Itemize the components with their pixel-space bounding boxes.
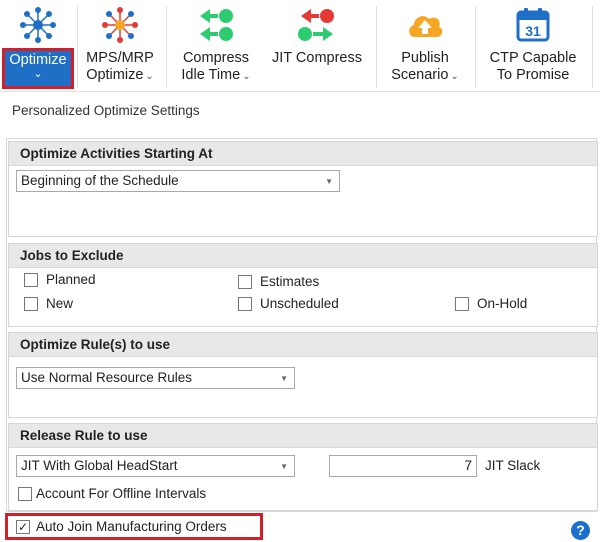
page-title: Personalized Optimize Settings xyxy=(12,103,200,118)
optimize-start-dropdown[interactable]: Beginning of the Schedule ▼ xyxy=(16,170,340,192)
compress-idle-time-button[interactable]: Compress Idle Time ⌄ xyxy=(170,0,262,92)
checkbox-new[interactable]: New xyxy=(24,296,73,311)
checkbox-box[interactable] xyxy=(24,272,38,287)
jit-slack-input[interactable]: 7 xyxy=(329,455,477,477)
optimize-network-icon xyxy=(18,5,58,45)
checkbox-box-checked[interactable]: ✓ xyxy=(16,519,30,534)
cloud-upload-icon xyxy=(405,5,445,45)
ribbon-separator xyxy=(592,6,593,88)
mps-mrp-label: MPS/MRP Optimize ⌄ xyxy=(86,50,154,83)
release-rule-dropdown[interactable]: JIT With Global HeadStart ▼ xyxy=(16,455,295,477)
checkbox-box[interactable] xyxy=(238,274,252,289)
checkbox-on-hold[interactable]: On-Hold xyxy=(455,296,527,311)
checkbox-box[interactable] xyxy=(455,296,469,311)
dropdown-arrow-icon: ▼ xyxy=(280,462,288,471)
optimize-button[interactable]: Optimize ⌄ xyxy=(0,0,76,92)
publish-scenario-label: Publish Scenario ⌄ xyxy=(391,50,459,83)
dropdown-arrow-icon: ▼ xyxy=(280,374,288,383)
group-header: Jobs to Exclude xyxy=(9,244,597,268)
dropdown-value: Beginning of the Schedule xyxy=(21,173,179,188)
optimize-rules-dropdown[interactable]: Use Normal Resource Rules ▼ xyxy=(16,367,295,389)
chevron-down-icon: ⌄ xyxy=(33,68,43,80)
auto-join-label: Auto Join Manufacturing Orders xyxy=(36,519,227,534)
ribbon-separator xyxy=(376,6,377,88)
optimize-button-label-highlight[interactable]: Optimize ⌄ xyxy=(2,48,74,89)
ribbon-separator xyxy=(475,6,476,88)
checkbox-offline-intervals[interactable]: Account For Offline Intervals xyxy=(18,486,206,501)
checkbox-box[interactable] xyxy=(238,296,252,311)
calendar-icon: 31 xyxy=(513,5,553,45)
ribbon-toolbar: Optimize ⌄ MPS/MRP Optimize ⌄ Compress I… xyxy=(0,0,600,92)
optimize-label: Optimize xyxy=(9,52,67,68)
dropdown-value: JIT With Global HeadStart xyxy=(21,458,178,473)
group-header: Optimize Rule(s) to use xyxy=(9,333,597,357)
jit-compress-label: JIT Compress xyxy=(272,50,362,66)
chevron-down-icon: ⌄ xyxy=(450,71,459,82)
mps-mrp-optimize-button[interactable]: MPS/MRP Optimize ⌄ xyxy=(78,0,162,92)
group-header: Release Rule to use xyxy=(9,424,597,448)
dropdown-arrow-icon: ▼ xyxy=(325,177,333,186)
dropdown-value: Use Normal Resource Rules xyxy=(21,370,193,385)
publish-scenario-button[interactable]: Publish Scenario ⌄ xyxy=(379,0,471,92)
ribbon-separator xyxy=(166,6,167,88)
compress-arrows-icon xyxy=(196,5,236,45)
checkbox-estimates[interactable]: Estimates xyxy=(238,274,319,289)
chevron-down-icon: ⌄ xyxy=(242,71,251,82)
checkbox-unscheduled[interactable]: Unscheduled xyxy=(238,296,339,311)
calendar-day: 31 xyxy=(525,23,541,39)
checkbox-box[interactable] xyxy=(24,296,38,311)
chevron-down-icon: ⌄ xyxy=(145,71,154,82)
jit-slack-label: JIT Slack xyxy=(485,458,541,473)
checkbox-box[interactable] xyxy=(18,486,32,501)
compress-idle-time-label: Compress Idle Time ⌄ xyxy=(181,50,251,83)
help-icon[interactable]: ? xyxy=(571,521,590,540)
group-header: Optimize Activities Starting At xyxy=(9,142,597,166)
mps-mrp-network-icon xyxy=(100,5,140,45)
checkbox-auto-join-manufacturing-orders[interactable]: ✓ Auto Join Manufacturing Orders xyxy=(5,513,263,540)
checkbox-planned[interactable]: Planned xyxy=(24,272,96,287)
ctp-capable-to-promise-button[interactable]: 31 CTP Capable To Promise xyxy=(478,0,588,92)
jit-compress-arrows-icon xyxy=(297,5,337,45)
ctp-label: CTP Capable To Promise xyxy=(489,50,577,83)
jit-compress-button[interactable]: JIT Compress xyxy=(263,0,371,92)
